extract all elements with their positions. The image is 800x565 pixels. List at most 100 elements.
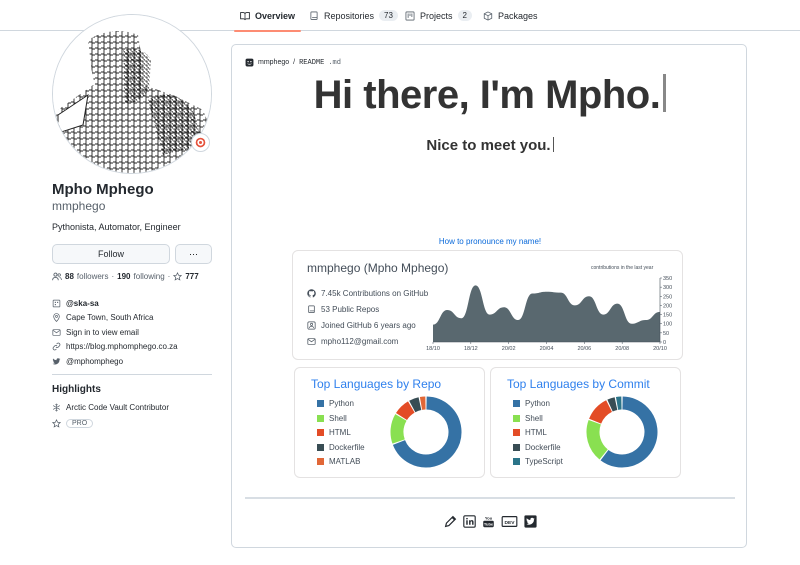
linkedin-icon[interactable] xyxy=(462,515,476,528)
y-tick-label: 350 xyxy=(663,276,672,282)
star-icon xyxy=(52,419,61,428)
lang-swatch xyxy=(317,414,324,422)
followers-label[interactable]: followers xyxy=(77,272,109,281)
location-icon xyxy=(53,313,60,323)
link-icon xyxy=(52,342,61,351)
target-emoji-icon xyxy=(195,137,206,148)
typing-caret xyxy=(663,74,667,112)
highlight-pro: PRO xyxy=(52,419,94,428)
repo-count-badge: 73 xyxy=(379,10,398,21)
mail-icon xyxy=(52,329,61,336)
readme-subline: Nice to meet you. xyxy=(232,137,748,154)
tab-overview[interactable]: Overview xyxy=(233,0,302,32)
tab-packages[interactable]: Packages xyxy=(483,0,538,31)
github-stats-card[interactable]: mmphego (Mpho Mphego) 7.45k Contribution… xyxy=(292,250,683,360)
lang-name: Python xyxy=(525,399,550,408)
smiley-icon xyxy=(245,58,254,67)
twitter-item[interactable]: @mphomphego xyxy=(52,354,178,369)
email-text[interactable]: Sign in to view email xyxy=(66,328,139,337)
email-item[interactable]: Sign in to view email xyxy=(52,325,178,340)
lang-swatch xyxy=(513,443,520,451)
organization-link[interactable]: @ska-sa xyxy=(66,299,99,308)
lang-item: Shell xyxy=(317,414,347,423)
pronounce-link[interactable]: How to pronounce my name! xyxy=(232,237,748,246)
y-tick-label: 0 xyxy=(663,340,666,346)
lang-name: Shell xyxy=(329,413,347,423)
avatar-image xyxy=(53,15,211,173)
lang-item: HTML xyxy=(513,428,547,437)
donut-slice-html xyxy=(395,401,415,421)
donut-slice-dockerfile xyxy=(409,397,422,413)
svg-text:You: You xyxy=(484,515,492,520)
avatar[interactable] xyxy=(52,14,212,174)
blog-icon[interactable] xyxy=(444,515,457,528)
readme-divider xyxy=(245,497,735,499)
lang-item: HTML xyxy=(317,428,351,437)
youtube-icon[interactable]: You Tube xyxy=(482,515,495,528)
readme-headline: Hi there, I'm Mpho. xyxy=(232,73,748,118)
follow-button[interactable]: Follow xyxy=(52,244,170,264)
readme-filename: README xyxy=(299,58,325,67)
lang-name: Shell xyxy=(525,413,543,423)
profile-username: mmphego xyxy=(52,199,106,213)
stars-count[interactable]: 777 xyxy=(185,272,198,281)
twitter-link[interactable]: @mphomphego xyxy=(66,357,123,366)
lang-card-title: Top Languages by Commit xyxy=(507,377,650,391)
headline-text: Hi there, I'm Mpho. xyxy=(313,73,661,117)
sidebar-divider xyxy=(52,374,212,375)
readme-owner-link[interactable]: mmphego xyxy=(258,59,289,66)
top-languages-commit-card[interactable]: Top Languages by Commit Python Shell HTM… xyxy=(490,367,681,478)
following-label[interactable]: following xyxy=(134,272,165,281)
lang-name: HTML xyxy=(329,428,351,437)
highlight-label[interactable]: Arctic Code Vault Contributor xyxy=(66,403,169,412)
followers-count[interactable]: 88 xyxy=(65,272,74,281)
location-text: Cape Town, South Africa xyxy=(66,313,154,323)
languages-donut-chart xyxy=(586,396,658,468)
lang-item: MATLAB xyxy=(317,457,360,466)
more-options-button[interactable]: ··· xyxy=(175,244,212,264)
lang-swatch xyxy=(513,429,520,436)
y-tick-label: 250 xyxy=(663,294,672,300)
readme-path: mmphego / README .md xyxy=(245,58,341,67)
twitter-icon[interactable] xyxy=(523,515,537,528)
lang-name: MATLAB xyxy=(329,457,361,466)
organization-item[interactable]: @ska-sa xyxy=(52,296,178,311)
lang-swatch xyxy=(317,458,324,465)
lang-item: TypeScript xyxy=(513,457,563,466)
donut-slice-shell xyxy=(390,414,407,444)
website-link[interactable]: https://blog.mphomphego.co.za xyxy=(66,342,178,351)
readme-extension: .md xyxy=(328,58,341,67)
dev-icon[interactable]: DEV xyxy=(501,515,518,528)
repo-icon xyxy=(310,11,318,20)
package-icon xyxy=(483,10,493,21)
project-count-badge: 2 xyxy=(457,10,472,21)
x-tick-label: 18/12 xyxy=(464,346,478,352)
website-item[interactable]: https://blog.mphomphego.co.za xyxy=(52,340,178,355)
tab-repositories[interactable]: Repositories 73 xyxy=(309,0,398,31)
path-separator: / xyxy=(293,59,296,66)
lang-swatch xyxy=(513,458,520,465)
lang-name: Dockerfile xyxy=(525,442,561,452)
top-languages-repo-card[interactable]: Top Languages by Repo Python Shell HTML … xyxy=(294,367,485,478)
lang-name: TypeScript xyxy=(525,457,563,466)
twitter-icon xyxy=(52,357,61,365)
status-badge[interactable] xyxy=(191,133,210,152)
svg-text:Tube: Tube xyxy=(483,522,493,527)
people-icon xyxy=(52,272,62,281)
profile-fullname: Mpho Mphego xyxy=(52,181,154,198)
snowflake-icon xyxy=(52,403,61,412)
x-tick-label: 20/06 xyxy=(577,346,591,352)
following-count[interactable]: 190 xyxy=(117,272,130,281)
y-tick-label: 300 xyxy=(663,285,672,291)
typing-caret xyxy=(552,137,554,152)
tab-label: Projects xyxy=(420,10,453,21)
tab-projects[interactable]: Projects 2 xyxy=(405,0,472,31)
lang-card-title: Top Languages by Repo xyxy=(311,377,442,391)
project-icon xyxy=(405,11,415,20)
lang-item: Dockerfile xyxy=(317,443,365,452)
highlight-arctic-vault[interactable]: Arctic Code Vault Contributor xyxy=(52,403,169,412)
organization-icon xyxy=(52,299,61,307)
donut-slice-html xyxy=(589,400,613,424)
star-icon xyxy=(173,272,183,281)
lang-name: HTML xyxy=(525,428,547,437)
